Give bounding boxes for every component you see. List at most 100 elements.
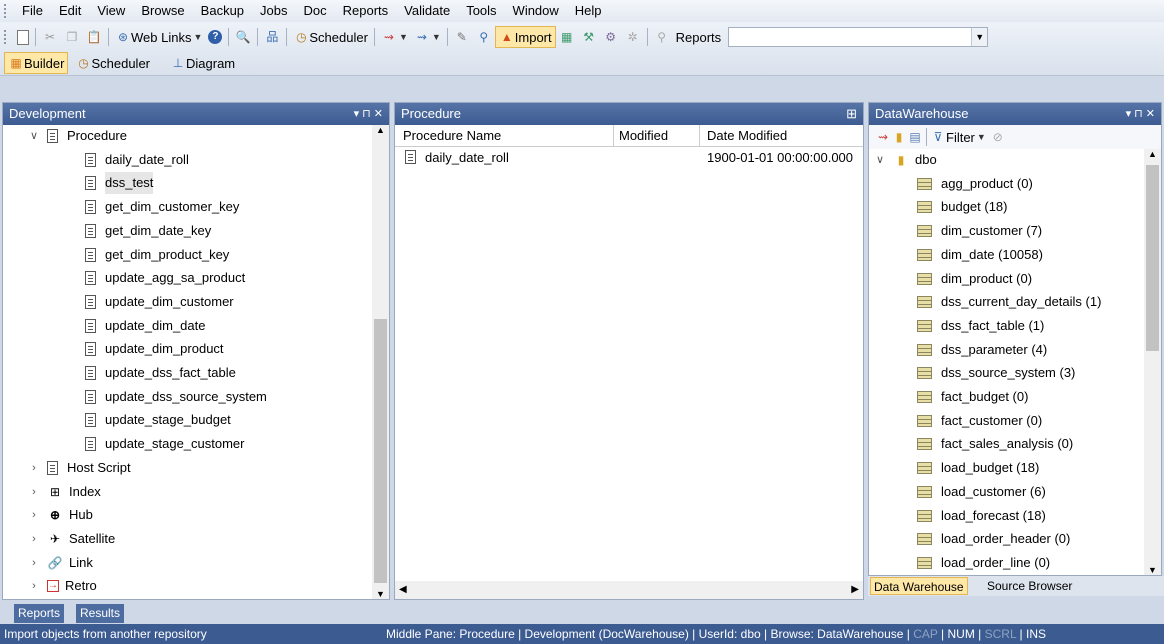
tab-reports[interactable]: Reports: [14, 604, 65, 623]
link-icon[interactable]: ⇝: [875, 129, 891, 145]
column-procedure-name[interactable]: Procedure Name: [403, 125, 613, 147]
chevron-right-icon[interactable]: ›: [27, 504, 41, 526]
chevron-right-icon[interactable]: ›: [27, 575, 41, 597]
chevron-right-icon[interactable]: ›: [27, 481, 41, 503]
chevron-right-icon[interactable]: ›: [27, 552, 41, 574]
tree-item-table[interactable]: agg_product (0): [917, 173, 1033, 195]
pane-controls[interactable]: ▾ ⊓ ✕: [354, 103, 383, 125]
tree-item-table[interactable]: dim_date (10058): [917, 244, 1043, 266]
menu-item-tools[interactable]: Tools: [458, 0, 504, 22]
tree-item-table[interactable]: dim_customer (7): [917, 220, 1042, 242]
cut-icon[interactable]: ✂: [39, 26, 61, 48]
pane-controls[interactable]: ▾ ⊓ ✕: [1126, 103, 1155, 125]
tree-item-procedure[interactable]: update_dss_source_system: [85, 386, 267, 408]
tree-item-table[interactable]: fact_sales_analysis (0): [917, 433, 1073, 455]
tree-item-procedure[interactable]: get_dim_date_key: [85, 220, 211, 242]
copy-icon[interactable]: ❐: [61, 26, 83, 48]
scroll-up-icon[interactable]: ▲: [1144, 149, 1161, 159]
tree-item-table[interactable]: fact_budget (0): [917, 386, 1028, 408]
chevron-right-icon[interactable]: ›: [27, 528, 41, 550]
tab-scheduler[interactable]: ◷ Scheduler: [72, 52, 153, 74]
scroll-down-icon[interactable]: ▼: [1144, 565, 1161, 575]
tab-source-browser[interactable]: Source Browser: [984, 577, 1075, 595]
tree-node-dbo[interactable]: ∨ ▮ dbo: [873, 149, 937, 171]
web-links-button[interactable]: ⊛ Web Links ▼: [112, 26, 205, 48]
edit-icon[interactable]: ✎: [451, 26, 473, 48]
find-icon[interactable]: ⚲: [473, 26, 495, 48]
tree-item-table[interactable]: load_budget (18): [917, 457, 1039, 479]
tree-item-procedure[interactable]: update_dim_customer: [85, 291, 234, 313]
menu-item-jobs[interactable]: Jobs: [252, 0, 295, 22]
table-row[interactable]: daily_date_roll 1900-01-01 00:00:00.000: [395, 147, 863, 169]
tree-node-host-script[interactable]: › Host Script: [27, 457, 131, 479]
grid-icon[interactable]: ⊞: [846, 103, 857, 125]
tab-data-warehouse[interactable]: Data Warehouse: [870, 577, 968, 595]
search-doc-icon[interactable]: 🔍: [232, 26, 254, 48]
tree-node-link[interactable]: › 🔗 Link: [27, 552, 93, 574]
tree-item-procedure[interactable]: update_agg_sa_product: [85, 267, 245, 289]
tree-node-satellite[interactable]: › ✈ Satellite: [27, 528, 115, 550]
scroll-left-icon[interactable]: ◀: [399, 581, 407, 599]
magic-icon[interactable]: ✲: [622, 26, 644, 48]
reports-select[interactable]: ▼: [728, 27, 989, 47]
vertical-scrollbar[interactable]: ▲ ▼: [1144, 149, 1161, 575]
tree-item-table[interactable]: load_forecast (18): [917, 505, 1046, 527]
link-icon[interactable]: ⇝ ▼: [378, 26, 411, 48]
tab-results[interactable]: Results: [76, 604, 125, 623]
tree-item-procedure[interactable]: dss_test: [85, 172, 154, 195]
column-date-modified[interactable]: Date Modified: [707, 125, 862, 147]
scheduler-button[interactable]: ◷ Scheduler: [290, 26, 371, 48]
menu-item-doc[interactable]: Doc: [296, 0, 335, 22]
scroll-thumb[interactable]: [374, 319, 387, 583]
chevron-right-icon[interactable]: ›: [27, 457, 41, 479]
help-icon[interactable]: ?: [205, 26, 225, 48]
paste-icon[interactable]: 📋: [83, 26, 105, 48]
tree-item-table[interactable]: dss_source_system (3): [917, 362, 1075, 384]
tree-item-procedure[interactable]: update_dss_fact_table: [85, 362, 236, 384]
wrench-icon[interactable]: ⚙: [600, 26, 622, 48]
tree-item-procedure[interactable]: update_stage_budget: [85, 409, 231, 431]
tab-diagram[interactable]: ⊥ Diagram: [167, 52, 238, 74]
tab-builder[interactable]: ▦ Builder: [4, 52, 69, 74]
scroll-right-icon[interactable]: ▶: [851, 581, 859, 599]
table-icon[interactable]: ▦: [556, 26, 578, 48]
menu-item-edit[interactable]: Edit: [51, 0, 89, 22]
new-icon[interactable]: [14, 26, 32, 48]
tree-item-table[interactable]: dss_parameter (4): [917, 339, 1047, 361]
chevron-down-icon[interactable]: ∨: [873, 149, 887, 171]
chevron-down-icon[interactable]: ∨: [27, 125, 41, 147]
menu-item-validate[interactable]: Validate: [396, 0, 458, 22]
tree-item-procedure[interactable]: update_dim_product: [85, 338, 224, 360]
network-icon[interactable]: 品: [261, 26, 283, 48]
menu-item-window[interactable]: Window: [505, 0, 567, 22]
tree-item-procedure[interactable]: daily_date_roll: [85, 149, 189, 171]
scroll-up-icon[interactable]: ▲: [372, 125, 389, 135]
tree-item-procedure[interactable]: update_dim_date: [85, 315, 205, 337]
horizontal-scrollbar[interactable]: ◀ ▶: [395, 581, 863, 599]
tree-item-procedure[interactable]: get_dim_product_key: [85, 244, 229, 266]
tree-item-table[interactable]: dss_fact_table (1): [917, 315, 1044, 337]
tree-node-index[interactable]: › ⊞ Index: [27, 481, 101, 503]
reports-icon[interactable]: ⚲: [651, 26, 673, 48]
tree-node-retro[interactable]: › → Retro: [27, 575, 97, 597]
tree-item-procedure[interactable]: update_stage_customer: [85, 433, 244, 455]
scroll-down-icon[interactable]: ▼: [372, 589, 389, 599]
tree-node-hub[interactable]: › ⊕ Hub: [27, 504, 93, 526]
tree-item-table[interactable]: load_order_header (0): [917, 528, 1070, 550]
chevron-down-icon[interactable]: ▼: [977, 132, 986, 142]
import-button[interactable]: ▲ Import: [494, 26, 556, 48]
tree-item-table[interactable]: load_customer (6): [917, 481, 1046, 503]
tree-node-procedure[interactable]: ∨ Procedure: [27, 125, 127, 147]
vertical-scrollbar[interactable]: ▲ ▼: [372, 125, 389, 599]
menu-item-view[interactable]: View: [89, 0, 133, 22]
menu-item-browse[interactable]: Browse: [133, 0, 192, 22]
column-modified[interactable]: Modified: [619, 125, 699, 147]
tree-item-table[interactable]: load_order_line (0): [917, 552, 1050, 574]
tree-item-table[interactable]: budget (18): [917, 196, 1008, 218]
filter-button[interactable]: Filter: [946, 130, 975, 145]
tools-icon[interactable]: ⚒: [578, 26, 600, 48]
browse-icon[interactable]: ▤: [907, 129, 923, 145]
tree-item-procedure[interactable]: get_dim_customer_key: [85, 196, 239, 218]
database-icon[interactable]: ▮: [891, 129, 907, 145]
menu-item-backup[interactable]: Backup: [193, 0, 252, 22]
